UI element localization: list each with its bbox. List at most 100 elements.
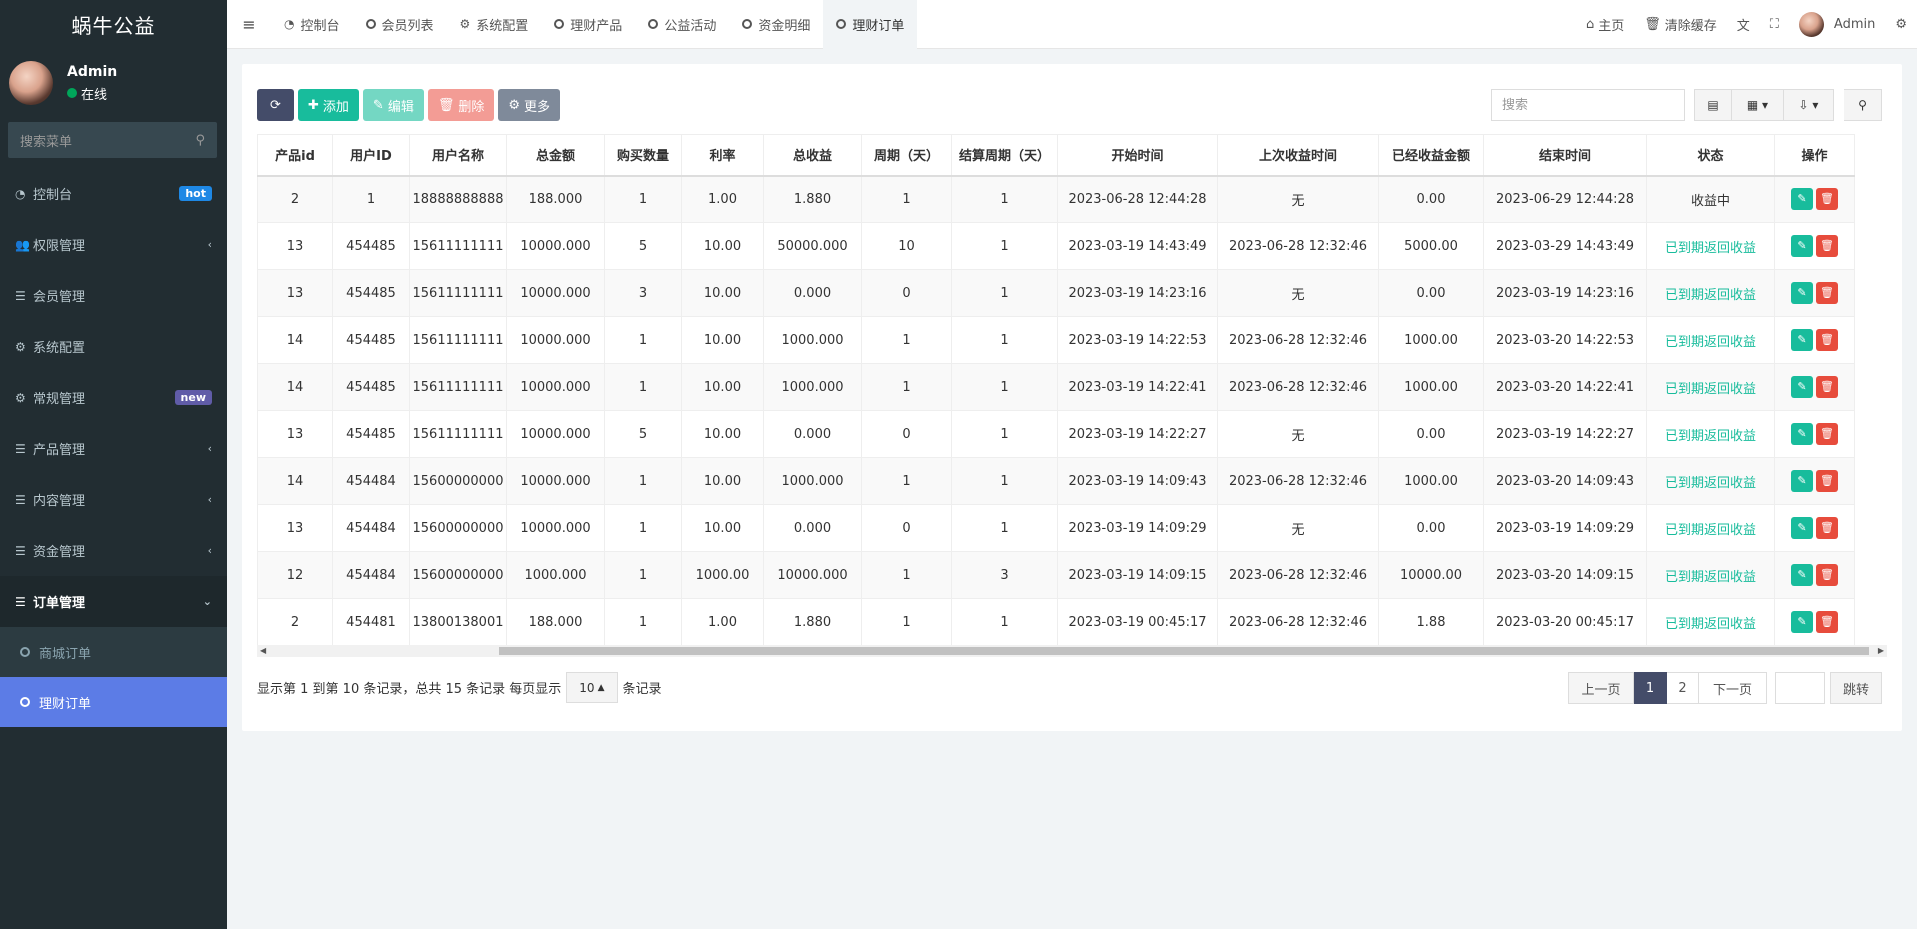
column-header[interactable]: 结算周期（天）: [951, 134, 1058, 177]
delete-row-button[interactable]: 🗑: [1816, 470, 1838, 492]
table-row[interactable]: 2 1 18888888888 188.000 1 1.00 1.880 1 1 2023-06-…: [257, 175, 1855, 223]
scroll-right-icon[interactable]: ▶: [1878, 645, 1884, 657]
refresh-button[interactable]: ⟳: [257, 89, 294, 121]
toggle-view-button[interactable]: ▤: [1694, 89, 1732, 121]
sidebar-item-6[interactable]: ☰ 内容管理 ‹: [0, 474, 227, 525]
column-header[interactable]: 状态: [1646, 134, 1775, 177]
scrollbar-thumb[interactable]: [499, 647, 1869, 655]
table-row[interactable]: 2 454481 13800138001 188.000 1 1.00 1.880 1 1 202…: [257, 598, 1855, 646]
table-cell: 2023-03-19 14:09:43: [1057, 457, 1218, 505]
edit-row-button[interactable]: ✎: [1791, 564, 1813, 586]
sidebar-item-7[interactable]: ☰ 资金管理 ‹: [0, 525, 227, 576]
column-header[interactable]: 结束时间: [1483, 134, 1647, 177]
column-header[interactable]: 已经收益金额: [1378, 134, 1484, 177]
menu-toggle-icon[interactable]: ≡: [227, 15, 271, 34]
table-row[interactable]: 14 454484 15600000000 10000.000 1 10.00 1000.0…: [257, 457, 1855, 505]
column-header[interactable]: 用户名称: [409, 134, 507, 177]
next-page-button[interactable]: 下一页: [1699, 672, 1767, 704]
edit-row-button[interactable]: ✎: [1791, 470, 1813, 492]
table-row[interactable]: 14 454485 15611111111 10000.000 1 10.00 1000.0…: [257, 363, 1855, 411]
table-cell: 2023-06-28 12:32:46: [1217, 551, 1379, 599]
delete-row-button[interactable]: 🗑: [1816, 517, 1838, 539]
horizontal-scrollbar[interactable]: ◀ ▶: [257, 645, 1887, 657]
column-header[interactable]: 总收益: [763, 134, 862, 177]
columns-button[interactable]: ▦ ▾: [1732, 89, 1784, 121]
add-button[interactable]: ✚ 添加: [298, 89, 359, 121]
delete-row-button[interactable]: 🗑: [1816, 423, 1838, 445]
page-1-button[interactable]: 1: [1634, 672, 1667, 704]
tab-2[interactable]: ⚙ 系统配置: [447, 0, 542, 49]
edit-row-button[interactable]: ✎: [1791, 611, 1813, 633]
table-row[interactable]: 13 454485 15611111111 10000.000 3 10.00 0.000 0…: [257, 269, 1855, 317]
column-header[interactable]: 总金额: [506, 134, 605, 177]
table-search-input[interactable]: [1491, 89, 1685, 121]
prev-page-button[interactable]: 上一页: [1568, 672, 1634, 704]
edit-row-button[interactable]: ✎: [1791, 329, 1813, 351]
advanced-search-button[interactable]: ⚲: [1844, 89, 1882, 121]
table-row[interactable]: 13 454485 15611111111 10000.000 5 10.00 0.000 0…: [257, 410, 1855, 458]
edit-row-button[interactable]: ✎: [1791, 188, 1813, 211]
column-header[interactable]: 操作: [1774, 134, 1855, 177]
edit-row-button[interactable]: ✎: [1791, 282, 1813, 304]
fullscreen-icon[interactable]: ⛶: [1760, 17, 1789, 32]
add-label: 添加: [322, 99, 349, 115]
sidebar: 蜗牛公益 Admin 在线 搜索菜单 ⚲ ◔ 控制台 hot 👥 权限管理 ‹ ☰ 会员管理 ⚙…: [0, 0, 227, 929]
user-menu[interactable]: Admin: [1789, 11, 1885, 37]
jump-page-input[interactable]: [1775, 672, 1825, 704]
table-row[interactable]: 12 454484 15600000000 1000.000 1 1000.00 10000…: [257, 551, 1855, 599]
column-header[interactable]: 产品id: [257, 134, 333, 177]
edit-button[interactable]: ✎ 编辑: [362, 89, 424, 121]
delete-row-button[interactable]: 🗑: [1816, 329, 1838, 351]
column-header[interactable]: 购买数量: [604, 134, 682, 177]
delete-row-button[interactable]: 🗑: [1816, 376, 1838, 398]
tab-1[interactable]: 会员列表: [353, 0, 447, 49]
sidebar-item-3[interactable]: ⚙ 系统配置: [0, 321, 227, 372]
table-cell: 2023-06-29 12:44:28: [1483, 175, 1647, 223]
tab-3[interactable]: 理财产品: [541, 0, 635, 49]
delete-button[interactable]: 🗑 删除: [427, 89, 495, 121]
delete-row-button[interactable]: 🗑: [1816, 611, 1838, 633]
column-header[interactable]: 开始时间: [1057, 134, 1218, 177]
column-header[interactable]: 周期（天）: [861, 134, 952, 177]
language-icon[interactable]: 文: [1727, 15, 1760, 34]
edit-row-button[interactable]: ✎: [1791, 235, 1813, 257]
sidebar-item-orders[interactable]: ☰ 订单管理 ⌄: [0, 576, 227, 627]
table-cell: 2023-03-19 14:23:16: [1483, 269, 1647, 317]
home-link[interactable]: ⌂ 主页: [1576, 15, 1634, 34]
page-2-button[interactable]: 2: [1667, 672, 1699, 704]
app-logo[interactable]: 蜗牛公益: [0, 0, 227, 49]
delete-row-button[interactable]: 🗑: [1816, 282, 1838, 304]
sidebar-item-0[interactable]: ◔ 控制台 hot: [0, 168, 227, 219]
edit-row-button[interactable]: ✎: [1791, 517, 1813, 539]
edit-row-button[interactable]: ✎: [1791, 376, 1813, 398]
delete-row-button[interactable]: 🗑: [1816, 564, 1838, 586]
sidebar-item-2[interactable]: ☰ 会员管理: [0, 270, 227, 321]
table-row[interactable]: 14 454485 15611111111 10000.000 1 10.00 1000.0…: [257, 316, 1855, 364]
page-size-select[interactable]: 10 ▲: [566, 672, 618, 703]
tab-4[interactable]: 公益活动: [635, 0, 729, 49]
jump-button[interactable]: 跳转: [1830, 672, 1882, 704]
table-row[interactable]: 13 454485 15611111111 10000.000 5 10.00 50000.…: [257, 222, 1855, 270]
tab-5[interactable]: 资金明细: [729, 0, 823, 49]
sidebar-item-5[interactable]: ☰ 产品管理 ‹: [0, 423, 227, 474]
table-row[interactable]: 13 454484 15600000000 10000.000 1 10.00 0.000 0…: [257, 504, 1855, 552]
tab-0[interactable]: ◔ 控制台: [271, 0, 353, 49]
sidebar-subitem-mall-orders[interactable]: 商城订单: [0, 627, 227, 677]
export-button[interactable]: ⇩ ▾: [1784, 89, 1834, 121]
column-header[interactable]: 利率: [681, 134, 764, 177]
scroll-left-icon[interactable]: ◀: [260, 645, 266, 657]
column-header[interactable]: 用户ID: [332, 134, 410, 177]
sidebar-subitem-finance-orders[interactable]: 理财订单: [0, 677, 227, 727]
clear-cache-button[interactable]: 🗑 清除缓存: [1634, 15, 1727, 34]
more-button[interactable]: ⚙ 更多: [498, 89, 561, 121]
delete-row-button[interactable]: 🗑: [1816, 235, 1838, 257]
sidebar-item-1[interactable]: 👥 权限管理 ‹: [0, 219, 227, 270]
column-header[interactable]: 上次收益时间: [1217, 134, 1379, 177]
sidebar-search-input[interactable]: 搜索菜单 ⚲: [8, 122, 217, 158]
edit-row-button[interactable]: ✎: [1791, 423, 1813, 445]
sidebar-item-4[interactable]: ⚙ 常规管理 new: [0, 372, 227, 423]
tab-6[interactable]: 理财订单: [823, 0, 918, 49]
delete-row-button[interactable]: 🗑: [1816, 188, 1838, 211]
settings-icon[interactable]: ⚙: [1885, 17, 1917, 32]
search-icon: ⚲: [195, 132, 205, 148]
